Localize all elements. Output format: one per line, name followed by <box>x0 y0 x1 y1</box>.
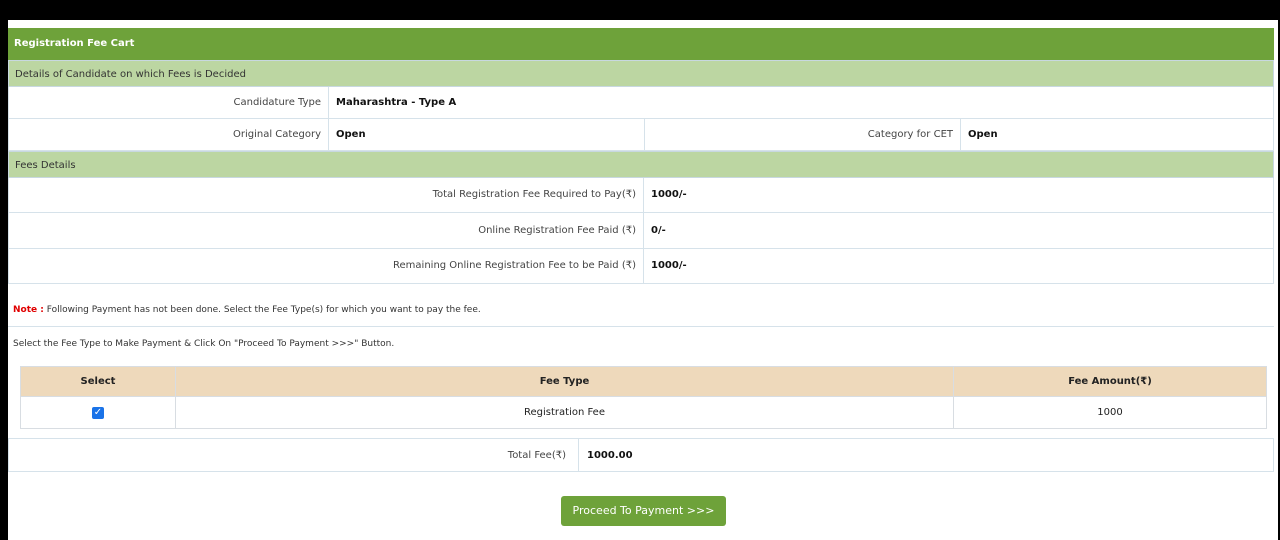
original-category-label: Original Category <box>233 129 321 140</box>
total-fee-value: 1000.00 <box>587 450 633 461</box>
fee-remaining-value: 1000/- <box>651 260 687 271</box>
fee-amount-cell: 1000 <box>953 396 1267 429</box>
fee-remaining-label: Remaining Online Registration Fee to be … <box>393 260 636 271</box>
table-row: ✓ Registration Fee 1000 <box>20 396 1267 429</box>
candidate-section-title: Details of Candidate on which Fees is De… <box>8 60 1274 87</box>
total-fee-label: Total Fee(₹) <box>507 450 566 461</box>
fee-amount-column-header: Fee Amount(₹) <box>953 366 1267 397</box>
select-cell: ✓ <box>20 396 176 429</box>
category-cet-label: Category for CET <box>867 129 953 140</box>
fee-type-column-header: Fee Type <box>175 366 954 397</box>
total-fee-required-row: Total Registration Fee Required to Pay(₹… <box>8 178 1274 213</box>
fee-select-checkbox[interactable]: ✓ <box>92 406 104 419</box>
panel-title: Registration Fee Cart <box>8 28 1274 60</box>
fee-paid-row: Online Registration Fee Paid (₹) 0/- <box>8 213 1274 249</box>
fee-type-cell: Registration Fee <box>175 396 954 429</box>
payment-note: Note : Following Payment has not been do… <box>13 305 481 315</box>
fee-cart-panel: Registration Fee Cart Details of Candida… <box>8 20 1278 540</box>
fee-remaining-row: Remaining Online Registration Fee to be … <box>8 249 1274 284</box>
fee-type-table: Select Fee Type Fee Amount(₹) ✓ Registra… <box>20 366 1267 429</box>
select-column-header: Select <box>20 366 176 397</box>
note-text: Following Payment has not been done. Sel… <box>43 305 481 315</box>
total-fee-required-label: Total Registration Fee Required to Pay(₹… <box>432 189 636 200</box>
payment-instruction: Select the Fee Type to Make Payment & Cl… <box>13 339 395 349</box>
candidature-type-row: Candidature Type Maharashtra - Type A <box>8 87 1274 119</box>
proceed-to-payment-button[interactable]: Proceed To Payment >>> <box>561 496 726 526</box>
category-row: Original Category Open Category for CET … <box>8 119 1274 151</box>
total-fee-row: Total Fee(₹) 1000.00 <box>8 438 1274 472</box>
fee-paid-label: Online Registration Fee Paid (₹) <box>478 225 636 236</box>
candidature-type-label: Candidature Type <box>233 97 322 108</box>
total-fee-required-value: 1000/- <box>651 189 687 200</box>
original-category-value: Open <box>336 129 366 140</box>
candidature-type-value: Maharashtra - Type A <box>336 97 457 108</box>
category-cet-value: Open <box>968 129 998 140</box>
note-prefix: Note : <box>13 305 44 315</box>
fees-section-title: Fees Details <box>8 151 1274 178</box>
fee-paid-value: 0/- <box>651 225 666 236</box>
